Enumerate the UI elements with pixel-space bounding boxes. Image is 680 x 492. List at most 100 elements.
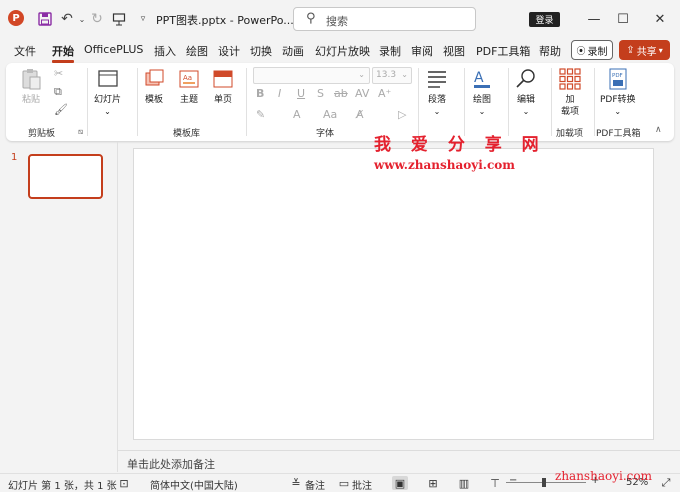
divider bbox=[464, 68, 465, 136]
notes-placeholder: 单击此处添加备注 bbox=[127, 458, 215, 471]
login-button[interactable]: 登录 bbox=[529, 12, 560, 27]
search-icon: ⚲ bbox=[306, 11, 316, 26]
tab-review[interactable]: 审阅 bbox=[411, 43, 433, 59]
slideshow-view-icon[interactable]: ⊤ bbox=[487, 476, 503, 490]
tab-pdf-toolbox[interactable]: PDF工具箱 bbox=[476, 43, 530, 59]
theme-icon: Aa bbox=[179, 70, 199, 88]
slide-canvas[interactable] bbox=[133, 148, 654, 440]
divider bbox=[551, 68, 552, 136]
font-color-icon[interactable]: A bbox=[293, 108, 301, 121]
theme-button[interactable]: Aa 主题 bbox=[178, 68, 200, 106]
record-button[interactable]: ⦿ 录制 bbox=[571, 40, 613, 60]
increase-font-icon[interactable]: A⁺ bbox=[378, 87, 391, 100]
tab-design[interactable]: 设计 bbox=[218, 43, 240, 59]
template-button[interactable]: 模板 bbox=[143, 68, 165, 106]
tab-home[interactable]: 开始 bbox=[52, 43, 74, 63]
pdf-convert-button[interactable]: PDF PDF转换 ⌄ bbox=[600, 68, 636, 118]
zoom-out-icon[interactable]: − bbox=[509, 475, 517, 486]
save-icon[interactable] bbox=[36, 10, 54, 28]
chevron-down-icon: ⌄ bbox=[401, 70, 408, 79]
tab-help[interactable]: 帮助 bbox=[539, 43, 561, 59]
chevron-down-icon: ⌄ bbox=[478, 107, 486, 116]
paragraph-button[interactable]: 段落 ⌄ bbox=[426, 68, 448, 118]
highlight-icon[interactable]: ✎ bbox=[256, 108, 265, 121]
drawing-button[interactable]: A 绘图 ⌄ bbox=[471, 68, 493, 118]
font-name-dropdown[interactable]: ⌄ bbox=[253, 67, 370, 84]
new-slide-label: 幻灯片 bbox=[94, 95, 122, 105]
record-label: 录制 bbox=[587, 46, 608, 58]
language-status[interactable]: 简体中文(中国大陆) bbox=[150, 477, 238, 492]
addins-label-line1: 加 bbox=[565, 95, 575, 105]
single-page-icon bbox=[213, 70, 233, 88]
divider bbox=[87, 68, 88, 136]
customize-toolbar-icon[interactable]: ▿ bbox=[134, 10, 152, 28]
new-slide-button[interactable]: 幻灯片 ⌄ bbox=[94, 68, 121, 118]
ribbon-home: 粘贴 ✂ ⧉ 🖌 剪贴板 ⧅ 幻灯片 ⌄ 模板 Aa 主题 单页 模板库 ⌄ 1… bbox=[6, 63, 674, 141]
change-case-icon[interactable]: Aa bbox=[323, 108, 337, 121]
bold-icon[interactable]: B bbox=[256, 87, 264, 100]
divider bbox=[117, 142, 118, 472]
group-label-pdf-toolbox: PDF工具箱 bbox=[596, 129, 641, 139]
tab-slideshow[interactable]: 幻灯片放映 bbox=[315, 43, 370, 59]
slide-thumbnail[interactable] bbox=[28, 154, 103, 199]
paste-label: 粘贴 bbox=[21, 95, 40, 105]
tab-file[interactable]: 文件 bbox=[14, 43, 36, 59]
font-size-dropdown[interactable]: 13.3 ⌄ bbox=[372, 67, 412, 84]
chevron-down-icon: ⌄ bbox=[104, 107, 111, 116]
watermark-corner: zhanshaoyi.com bbox=[555, 469, 652, 483]
format-painter-icon[interactable]: 🖌 bbox=[54, 103, 68, 116]
reading-view-icon[interactable]: ▥ bbox=[456, 476, 472, 490]
addins-button[interactable]: 加 载项 bbox=[559, 68, 581, 118]
present-from-start-icon[interactable] bbox=[110, 10, 128, 28]
slide-sorter-icon[interactable]: ⊞ bbox=[425, 476, 441, 490]
fit-slide-icon[interactable]: ⤢ bbox=[658, 476, 674, 490]
share-button[interactable]: ⇪ 共享 ▾ bbox=[619, 40, 670, 60]
character-spacing-icon[interactable]: AV bbox=[355, 87, 369, 100]
comments-toggle[interactable]: 批注 bbox=[352, 477, 372, 492]
tab-transitions[interactable]: 切换 bbox=[250, 43, 272, 59]
strikethrough-icon[interactable]: ab bbox=[334, 87, 348, 100]
normal-view-icon[interactable]: ▣ bbox=[392, 476, 408, 490]
tab-record[interactable]: 录制 bbox=[379, 43, 401, 59]
comments-icon: ▭ bbox=[338, 476, 350, 490]
slide-count-status: 幻灯片 第 1 张，共 1 张 bbox=[8, 481, 117, 492]
tab-view[interactable]: 视图 bbox=[443, 43, 465, 59]
redo-icon[interactable]: ↻ bbox=[88, 10, 106, 28]
paste-button[interactable]: 粘贴 bbox=[20, 68, 42, 106]
tab-animations[interactable]: 动画 bbox=[282, 43, 304, 59]
italic-icon[interactable]: I bbox=[278, 87, 281, 100]
more-font-options-icon[interactable]: ▷ bbox=[398, 108, 406, 121]
clipboard-launcher-icon[interactable]: ⧅ bbox=[78, 127, 83, 137]
group-label-font: 字体 bbox=[316, 129, 335, 139]
share-label: 共享 bbox=[636, 46, 657, 58]
zoom-slider-handle[interactable] bbox=[542, 478, 546, 487]
collapse-ribbon-icon[interactable]: ∧ bbox=[655, 125, 662, 135]
template-label: 模板 bbox=[144, 95, 163, 105]
search-input[interactable]: ⚲ 搜索 bbox=[293, 7, 476, 31]
single-page-label: 单页 bbox=[213, 95, 232, 105]
maximize-button[interactable]: ☐ bbox=[613, 9, 633, 29]
minimize-button[interactable]: — bbox=[584, 9, 604, 29]
cut-icon[interactable]: ✂ bbox=[54, 67, 63, 80]
accessibility-icon[interactable]: ⊡ bbox=[116, 476, 132, 490]
drawing-label: 绘图 bbox=[472, 95, 491, 105]
notes-toggle[interactable]: 备注 bbox=[305, 477, 325, 492]
underline-icon[interactable]: U bbox=[297, 87, 305, 100]
tab-officeplus[interactable]: OfficePLUS bbox=[84, 43, 143, 56]
single-page-button[interactable]: 单页 bbox=[212, 68, 234, 106]
share-dropdown-icon: ▾ bbox=[658, 45, 663, 55]
group-label-clipboard: 剪贴板 bbox=[28, 129, 56, 139]
clear-formatting-icon[interactable]: A̸ bbox=[356, 108, 364, 121]
paragraph-icon bbox=[428, 71, 446, 88]
editing-button[interactable]: 编辑 ⌄ bbox=[515, 68, 537, 118]
close-button[interactable]: ✕ bbox=[650, 9, 670, 29]
copy-icon[interactable]: ⧉ bbox=[54, 85, 62, 99]
tab-insert[interactable]: 插入 bbox=[154, 43, 176, 59]
tab-draw[interactable]: 绘图 bbox=[186, 43, 208, 59]
chevron-down-icon: ⌄ bbox=[433, 107, 441, 116]
text-shadow-icon[interactable]: S bbox=[317, 87, 324, 100]
svg-text:A: A bbox=[474, 70, 484, 86]
chevron-down-icon: ⌄ bbox=[522, 107, 530, 116]
shapes-icon: A bbox=[474, 70, 490, 88]
new-slide-icon bbox=[97, 70, 118, 87]
